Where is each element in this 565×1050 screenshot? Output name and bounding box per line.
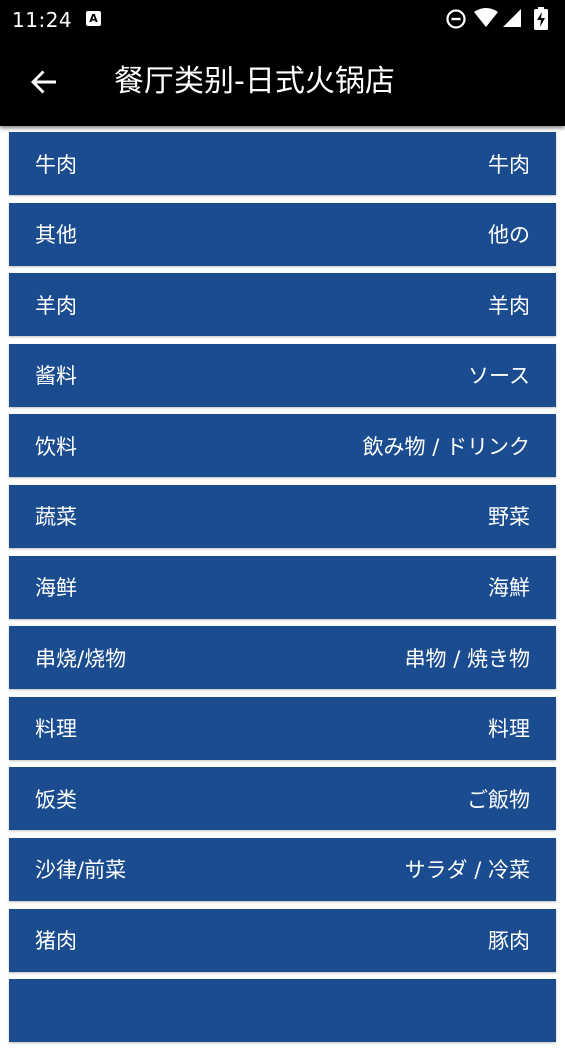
- category-label-cn: 料理: [35, 717, 77, 742]
- category-label-jp: 牛肉: [488, 152, 530, 177]
- category-label-cn: 猪肉: [35, 929, 77, 954]
- category-item-dishes[interactable]: 料理 料理: [9, 696, 556, 760]
- category-item-drinks[interactable]: 饮料 飲み物 / ドリンク: [9, 414, 556, 478]
- category-item-sauce[interactable]: 酱料 ソース: [9, 343, 556, 407]
- category-item-salad[interactable]: 沙律/前菜 サラダ / 冷菜: [9, 837, 556, 901]
- category-item-other[interactable]: 其他 他の: [9, 202, 556, 266]
- category-item-rice[interactable]: 饭类 ご飯物: [9, 767, 556, 831]
- category-label-jp: 海鮮: [488, 576, 530, 601]
- status-time: 11:24: [12, 8, 73, 32]
- category-label-cn: 海鲜: [35, 576, 77, 601]
- category-label-jp: 他の: [488, 223, 530, 248]
- category-label-cn: 牛肉: [35, 152, 77, 177]
- category-label-cn: 蔬菜: [35, 505, 77, 530]
- category-list: 牛肉 牛肉 其他 他の 羊肉 羊肉 酱料 ソース 饮料 飲み物 / ドリンク 蔬…: [9, 132, 556, 1050]
- category-item-vegetables[interactable]: 蔬菜 野菜: [9, 484, 556, 548]
- category-label-cn: 沙律/前菜: [35, 858, 127, 883]
- category-label-cn: 羊肉: [35, 293, 77, 318]
- category-item-partial[interactable]: [9, 979, 556, 1043]
- category-label-cn: 其他: [35, 223, 77, 248]
- category-label-jp: ソース: [468, 364, 530, 389]
- category-item-beef[interactable]: 牛肉 牛肉: [9, 132, 556, 195]
- back-button[interactable]: [20, 58, 68, 106]
- cell-signal-icon: [503, 9, 521, 27]
- arrow-left-icon: [31, 70, 56, 94]
- category-label-cn: 串烧/烧物: [35, 646, 127, 671]
- category-label-jp: 飲み物 / ドリンク: [362, 434, 530, 459]
- status-bar: 11:24 A: [0, 0, 565, 38]
- category-label-jp: 串物 / 焼き物: [404, 646, 530, 671]
- category-label-cn: 酱料: [35, 364, 77, 389]
- battery-charging-icon: [534, 7, 548, 30]
- category-item-seafood[interactable]: 海鲜 海鮮: [9, 555, 556, 619]
- category-label-jp: 羊肉: [488, 293, 530, 318]
- category-item-pork[interactable]: 猪肉 豚肉: [9, 908, 556, 972]
- category-label-cn: 饭类: [35, 787, 77, 812]
- category-label-jp: サラダ / 冷菜: [404, 858, 530, 883]
- page-title: 餐厅类别-日式火锅店: [114, 64, 395, 99]
- category-label-jp: 野菜: [488, 505, 530, 530]
- app-bar: 餐厅类别-日式火锅店: [0, 38, 565, 126]
- category-item-skewers[interactable]: 串烧/烧物 串物 / 焼き物: [9, 626, 556, 690]
- notification-a-icon: A: [86, 11, 101, 26]
- category-label-jp: 豚肉: [488, 929, 530, 954]
- category-label-jp: 料理: [488, 717, 530, 742]
- category-label-jp: ご飯物: [467, 787, 530, 812]
- category-label-cn: 饮料: [35, 434, 77, 459]
- wifi-icon: [474, 8, 498, 27]
- category-item-lamb[interactable]: 羊肉 羊肉: [9, 273, 556, 337]
- do-not-disturb-icon: [446, 9, 466, 29]
